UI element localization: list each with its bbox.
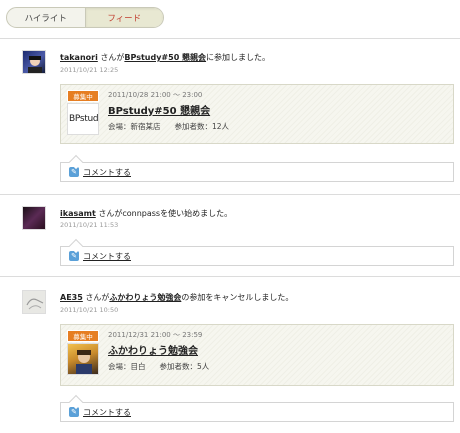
event-datetime: 2011/12/31 21:00 〜 23:59 [108,331,203,339]
event-datetime: 2011/10/28 21:00 〜 23:00 [108,91,203,99]
event-participants: 参加者数：5人 [159,362,210,371]
pencil-icon: ✎ [69,407,79,417]
divider [0,38,460,39]
pencil-icon: ✎ [69,167,79,177]
avatar[interactable] [22,206,46,230]
event-card: 募集中 2011/12/31 21:00 〜 23:59 ふかわりょう勉強会 会… [60,324,454,386]
event-meta: 会場：新宿某店 参加者数：12人 [108,121,229,132]
action-text: に参加しました。 [206,53,271,62]
entry-date: 2011/10/21 12:25 [60,66,119,74]
event-card: 募集中 BPstudy 2011/10/28 21:00 〜 23:00 BPs… [60,84,454,144]
entry-date: 2011/10/21 11:53 [60,221,119,229]
connector-text: さんが [95,209,123,218]
event-link[interactable]: BPstudy#50 懇親会 [124,53,206,62]
event-title-link[interactable]: ふかわりょう勉強会 [108,342,198,357]
comment-box: ✎ コメントする [60,154,454,182]
status-badge: 募集中 [67,90,99,102]
event-thumbnail[interactable] [67,343,99,375]
connector-text: さんが [97,53,125,62]
tab-feed[interactable]: フィード [84,8,163,27]
user-link[interactable]: AE35 [60,293,83,302]
pencil-icon: ✎ [69,251,79,261]
user-link[interactable]: ikasamt [60,209,96,218]
entry-headline: takanori さんがBPstudy#50 懇親会に参加しました。 [60,52,270,63]
event-venue: 会場：目白 [108,362,146,371]
thumbnail-image [76,350,92,374]
thumbnail-logo-text: BPstudy [69,114,99,124]
tab-highlight[interactable]: ハイライト [7,8,85,27]
avatar[interactable] [22,50,46,74]
connector-text: さんが [82,293,110,302]
entry-headline: AE35 さんがふかわりょう勉強会の参加をキャンセルしました。 [60,292,293,303]
comment-link[interactable]: コメントする [83,167,131,178]
feed-tabs: ハイライト フィード [6,7,164,28]
comment-link[interactable]: コメントする [83,407,131,418]
user-link[interactable]: takanori [60,53,98,62]
entry-headline: ikasamt さんがconnpassを使い始めました。 [60,208,232,219]
action-text: の参加をキャンセルしました。 [181,293,294,302]
event-venue: 会場：新宿某店 [108,122,161,131]
comment-box: ✎ コメントする [60,394,454,422]
event-link[interactable]: ふかわりょう勉強会 [109,293,181,302]
avatar-image [26,298,44,310]
divider [0,276,460,277]
avatar-image [28,56,42,73]
entry-date: 2011/10/21 10:50 [60,306,119,314]
divider [0,194,460,195]
comment-box: ✎ コメントする [60,238,454,266]
event-thumbnail[interactable]: BPstudy [67,103,99,135]
status-badge: 募集中 [67,330,99,342]
comment-link[interactable]: コメントする [83,251,131,262]
event-meta: 会場：目白 参加者数：5人 [108,361,209,372]
action-text: connpassを使い始めました。 [122,209,233,218]
event-participants: 参加者数：12人 [174,122,230,131]
avatar[interactable] [22,290,46,314]
event-title-link[interactable]: BPstudy#50 懇親会 [108,102,210,117]
